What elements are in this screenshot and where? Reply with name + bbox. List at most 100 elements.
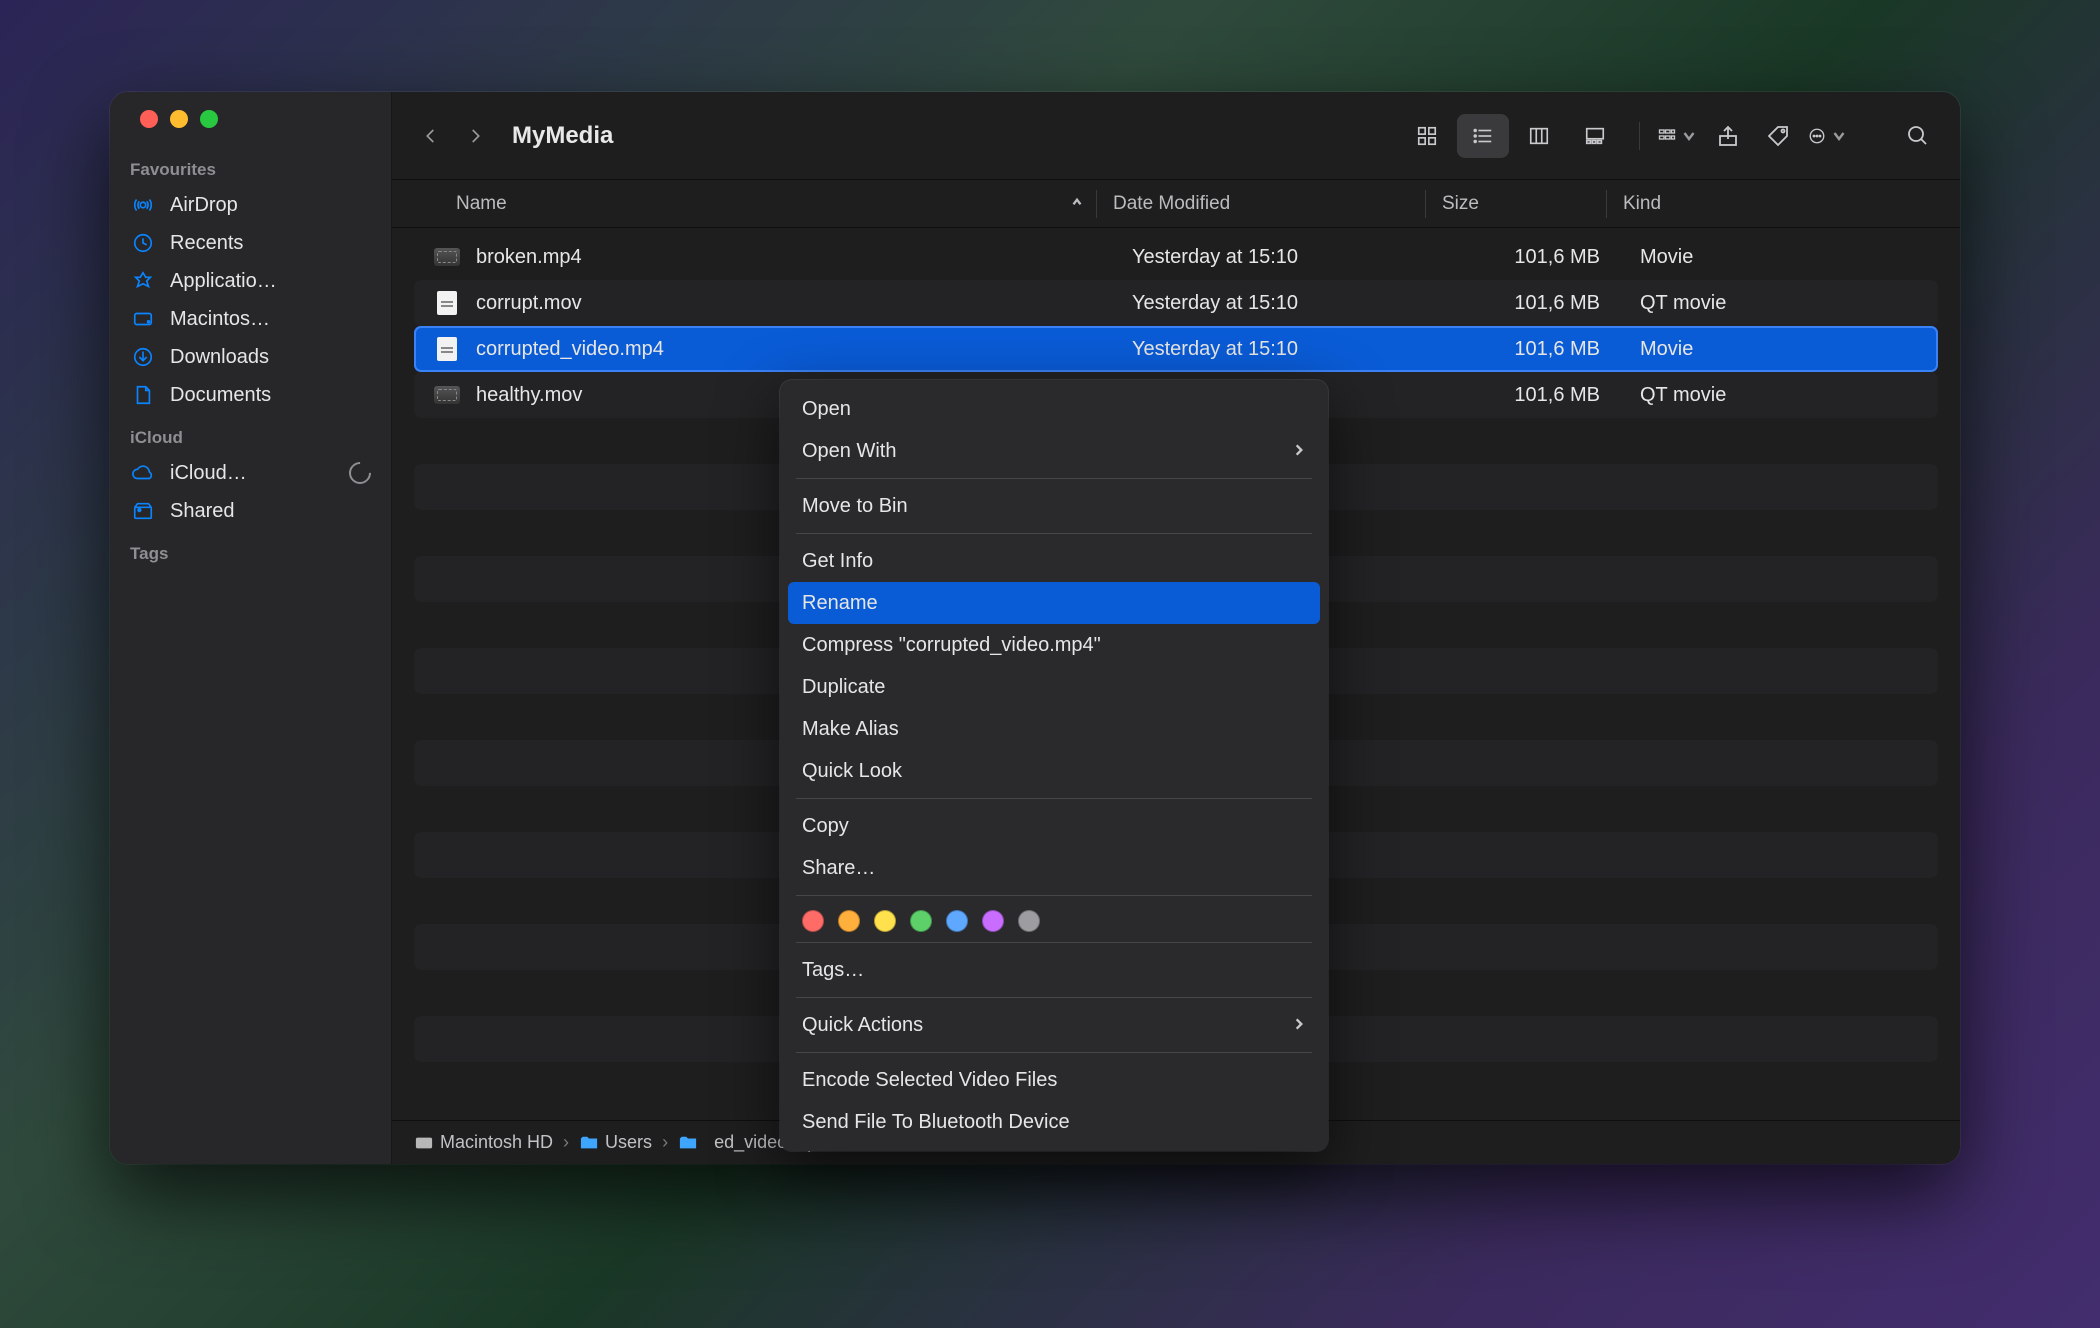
tag-color-dot[interactable] xyxy=(1018,910,1040,932)
zoom-window-button[interactable] xyxy=(200,110,218,128)
menu-item[interactable]: Copy xyxy=(788,805,1320,847)
menu-item[interactable]: Quick Look xyxy=(788,750,1320,792)
chevron-right-icon xyxy=(1292,1014,1306,1037)
file-date: Yesterday at 15:10 xyxy=(1116,338,1444,361)
close-window-button[interactable] xyxy=(140,110,158,128)
menu-item[interactable]: Open With xyxy=(788,430,1320,472)
file-row[interactable]: corrupt.movYesterday at 15:10101,6 MBQT … xyxy=(414,280,1938,326)
more-button[interactable] xyxy=(1808,116,1848,156)
tag-button[interactable] xyxy=(1758,116,1798,156)
column-header: Name Date Modified Size Kind xyxy=(392,180,1960,228)
menu-item[interactable]: Rename xyxy=(788,582,1320,624)
menu-item-label: Open xyxy=(802,398,851,421)
tag-color-dot[interactable] xyxy=(910,910,932,932)
cloud-icon xyxy=(130,460,156,486)
menu-item-label: Open With xyxy=(802,440,896,463)
tag-color-dot[interactable] xyxy=(802,910,824,932)
sidebar-item-airdrop[interactable]: AirDrop xyxy=(110,186,391,224)
menu-item[interactable]: Open xyxy=(788,388,1320,430)
minimize-window-button[interactable] xyxy=(170,110,188,128)
folder-icon xyxy=(678,1134,698,1152)
menu-item[interactable]: Encode Selected Video Files xyxy=(788,1059,1320,1101)
column-size-header[interactable]: Size xyxy=(1426,193,1606,215)
group-by-button[interactable] xyxy=(1658,116,1698,156)
column-kind-header[interactable]: Kind xyxy=(1607,193,1938,215)
list-view-button[interactable] xyxy=(1457,114,1509,158)
sidebar-item-doc[interactable]: Documents xyxy=(110,376,391,414)
sidebar-item-label: Documents xyxy=(170,384,371,407)
menu-item-label: Tags… xyxy=(802,959,864,982)
menu-item-label: Move to Bin xyxy=(802,495,908,518)
menu-separator xyxy=(796,942,1312,943)
file-date: Yesterday at 15:10 xyxy=(1116,292,1444,315)
back-button[interactable] xyxy=(414,119,448,153)
file-size: 101,6 MB xyxy=(1444,292,1624,315)
menu-item[interactable]: Tags… xyxy=(788,949,1320,991)
menu-item[interactable]: Quick Actions xyxy=(788,1004,1320,1046)
menu-item-label: Duplicate xyxy=(802,676,885,699)
menu-item-label: Quick Look xyxy=(802,760,902,783)
column-date-header[interactable]: Date Modified xyxy=(1097,193,1425,215)
file-size: 101,6 MB xyxy=(1444,384,1624,407)
disk-icon xyxy=(130,306,156,332)
sidebar-item-download[interactable]: Downloads xyxy=(110,338,391,376)
sidebar-item-shared[interactable]: Shared xyxy=(110,492,391,530)
menu-item-label: Make Alias xyxy=(802,718,899,741)
file-kind: Movie xyxy=(1624,338,1938,361)
menu-item[interactable]: Duplicate xyxy=(788,666,1320,708)
tag-color-dot[interactable] xyxy=(874,910,896,932)
sidebar-item-app[interactable]: Applicatio… xyxy=(110,262,391,300)
clock-icon xyxy=(130,230,156,256)
menu-item[interactable]: Make Alias xyxy=(788,708,1320,750)
sidebar-item-label: Macintos… xyxy=(170,308,371,331)
file-icon xyxy=(432,245,462,269)
breadcrumb-segment[interactable]: Users xyxy=(579,1132,652,1153)
tag-color-dot[interactable] xyxy=(838,910,860,932)
menu-item[interactable]: Send File To Bluetooth Device xyxy=(788,1101,1320,1143)
sort-ascending-icon xyxy=(1070,193,1084,215)
menu-item-label: Compress "corrupted_video.mp4" xyxy=(802,634,1101,657)
icon-view-button[interactable] xyxy=(1401,114,1453,158)
menu-separator xyxy=(796,533,1312,534)
sidebar-item-label: Shared xyxy=(170,500,371,523)
view-switcher xyxy=(1401,114,1621,158)
disk-icon xyxy=(414,1134,434,1152)
sidebar-section-title: Favourites xyxy=(110,146,391,186)
sidebar-item-disk[interactable]: Macintos… xyxy=(110,300,391,338)
gallery-view-button[interactable] xyxy=(1569,114,1621,158)
menu-item[interactable]: Move to Bin xyxy=(788,485,1320,527)
menu-item-label: Rename xyxy=(802,592,878,615)
file-size: 101,6 MB xyxy=(1444,246,1624,269)
menu-separator xyxy=(796,997,1312,998)
sidebar-item-cloud[interactable]: iCloud… xyxy=(110,454,391,492)
menu-item[interactable]: Compress "corrupted_video.mp4" xyxy=(788,624,1320,666)
folder-title: MyMedia xyxy=(512,122,613,150)
menu-item[interactable]: Get Info xyxy=(788,540,1320,582)
menu-item-label: Get Info xyxy=(802,550,873,573)
share-button[interactable] xyxy=(1708,116,1748,156)
file-row[interactable]: broken.mp4Yesterday at 15:10101,6 MBMovi… xyxy=(414,234,1938,280)
file-size: 101,6 MB xyxy=(1444,338,1624,361)
search-button[interactable] xyxy=(1898,116,1938,156)
file-row[interactable]: corrupted_video.mp4Yesterday at 15:10101… xyxy=(414,326,1938,372)
breadcrumb-segment[interactable] xyxy=(678,1134,704,1152)
sidebar-item-clock[interactable]: Recents xyxy=(110,224,391,262)
download-icon xyxy=(130,344,156,370)
forward-button[interactable] xyxy=(458,119,492,153)
doc-icon xyxy=(130,382,156,408)
menu-item-label: Quick Actions xyxy=(802,1014,923,1037)
file-icon xyxy=(432,337,462,361)
menu-item[interactable]: Share… xyxy=(788,847,1320,889)
sidebar-item-label: Applicatio… xyxy=(170,270,371,293)
column-view-button[interactable] xyxy=(1513,114,1565,158)
file-name: corrupted_video.mp4 xyxy=(476,338,1116,361)
file-icon xyxy=(432,383,462,407)
tag-color-dot[interactable] xyxy=(946,910,968,932)
tag-color-dot[interactable] xyxy=(982,910,1004,932)
breadcrumb-segment[interactable]: Macintosh HD xyxy=(414,1132,553,1153)
menu-item-label: Encode Selected Video Files xyxy=(802,1069,1057,1092)
column-name-header[interactable]: Name xyxy=(456,193,507,215)
menu-item-label: Copy xyxy=(802,815,849,838)
menu-tag-colors xyxy=(788,902,1320,936)
breadcrumb-separator: › xyxy=(563,1132,569,1153)
